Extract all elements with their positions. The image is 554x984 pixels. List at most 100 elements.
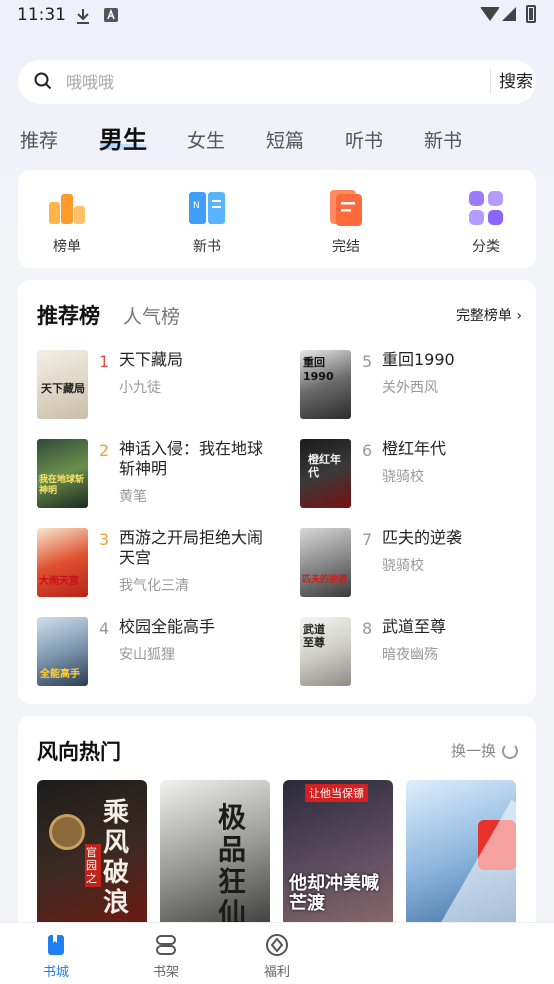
rank-number: 6 [362,441,373,460]
search-bar[interactable]: 搜索 [18,60,536,104]
nav-rewards[interactable]: 福利 [247,931,307,981]
category-icon [469,191,503,225]
ranking-book[interactable]: 天下藏局 1 天下藏局 小九徒 [37,350,287,420]
rank-number: 3 [99,530,110,549]
book-author: 骁骑校 [382,469,424,485]
book-title: 天下藏局 [119,350,184,369]
bookstore-icon [48,935,64,955]
quick-entry-ranking[interactable]: 榜单 [27,186,107,258]
search-input[interactable] [66,71,466,93]
book-author: 暗夜幽殇 [382,647,438,663]
ranking-card: 推荐榜 人气榜 完整榜单 › 天下藏局 1 天下藏局 小九徒 我在地球斩神明 2… [18,280,536,704]
book-title: 橙红年代 [382,439,447,458]
poster-subtitle: 让他当保镖 [305,784,368,802]
bookshelf-icon [156,935,176,955]
book-author: 骁骑校 [382,558,424,574]
book-author: 小九徒 [119,380,161,396]
nav-label: 书城 [42,965,69,980]
book-author: 安山狐狸 [119,647,175,663]
app-notification-icon [104,8,118,22]
poster-title: 他却冲美喊芒渡 [289,873,379,914]
trending-book-cover[interactable]: 极品狂仙 [160,780,270,930]
trending-book-cover[interactable]: 乘风破浪 官园之 [37,780,147,930]
trending-book-cover[interactable]: 让他当保镖 他却冲美喊芒渡 [283,780,393,930]
cover-text: 天下藏局 [41,382,85,395]
nav-label: 书架 [152,965,179,980]
refresh-button[interactable]: 换一换 [451,740,518,761]
tab-female[interactable]: 女生 [187,126,225,153]
search-divider [490,70,491,94]
quick-entry-finished[interactable]: 完结 [306,186,386,258]
poster-subtitle: 官园之 [85,844,101,887]
tab-audiobook[interactable]: 听书 [345,126,383,153]
chevron-right-icon: › [516,308,522,324]
ranking-book[interactable]: 我在地球斩神明 2 神话入侵：我在地球斩神明 黄笔 [37,439,287,509]
tab-new-books[interactable]: 新书 [424,126,462,153]
cover-text: 匹夫的逆袭 [302,575,348,585]
trending-book-cover[interactable] [406,780,516,930]
book-cover: 天下藏局 [37,350,88,419]
tab-recommend[interactable]: 推荐 [20,126,58,153]
rank-number: 5 [362,352,373,371]
rewards-icon [266,934,288,956]
book-author: 我气化三清 [119,578,189,594]
cover-text: 重回1990 [303,356,334,383]
book-title: 武道至尊 [382,617,447,636]
refresh-label: 换一换 [450,742,496,760]
tab-male[interactable]: 男生 [99,120,147,155]
search-icon [34,72,52,90]
nav-bookstore[interactable]: 书城 [26,931,86,981]
ranking-icon [49,194,85,224]
svg-text:N: N [193,201,200,211]
signal-icon [502,7,516,21]
book-cover: 匹夫的逆袭 [300,528,351,597]
full-ranking-link[interactable]: 完整榜单 › [456,305,522,325]
ranking-book[interactable]: 武道至尊 8 武道至尊 暗夜幽殇 [300,617,550,687]
status-bar: 11:31 [0,0,554,32]
tab-short[interactable]: 短篇 [266,126,304,153]
rank-number: 7 [362,530,373,549]
book-cover: 大闹天宫 [37,528,88,597]
tab-recommend-ranking[interactable]: 推荐榜 [37,300,100,330]
book-cover: 重回1990 [300,350,351,419]
book-cover: 武道至尊 [300,617,351,686]
ranking-book[interactable]: 橙红年代 6 橙红年代 骁骑校 [300,439,550,509]
nav-bookshelf[interactable]: 书架 [136,931,196,981]
search-button[interactable]: 搜索 [496,60,536,104]
book-cover: 全能高手 [37,617,88,686]
quick-entry-card: 榜单 N 新书 完结 分类 [18,170,536,268]
rank-number: 8 [362,619,373,638]
cover-text: 全能高手 [40,669,80,680]
rank-number: 1 [99,352,110,371]
book-title: 神话入侵：我在地球斩神明 [119,439,264,478]
new-book-icon: N [189,192,225,224]
ranking-book[interactable]: 大闹天宫 3 西游之开局拒绝大闹天宫 我气化三清 [37,528,287,598]
cover-text: 我在地球斩神明 [39,475,85,496]
quick-entry-new-books[interactable]: N 新书 [167,186,247,258]
finished-icon [330,190,362,226]
book-title: 重回1990 [382,350,455,369]
tab-popular-ranking[interactable]: 人气榜 [123,302,180,329]
book-author: 关外西风 [382,380,438,396]
nav-label: 福利 [263,965,290,980]
quick-entry-label: 新书 [193,239,221,255]
quick-entry-category[interactable]: 分类 [446,186,526,258]
decorative-overlay [436,800,516,930]
door-knocker-icon [49,814,85,850]
cover-text: 大闹天宫 [39,576,79,587]
bottom-nav: 书城 书架 福利 [0,922,554,984]
ranking-book[interactable]: 重回1990 5 重回1990 关外西风 [300,350,550,420]
cover-text: 武道至尊 [303,623,325,649]
book-cover: 橙红年代 [300,439,351,508]
ranking-book[interactable]: 匹夫的逆袭 7 匹夫的逆袭 骁骑校 [300,528,550,598]
download-icon [77,9,89,24]
rank-number: 4 [99,619,110,638]
poster-title: 乘风破浪 [103,798,130,918]
status-time: 11:31 [17,5,66,25]
book-title: 校园全能高手 [119,617,216,636]
wifi-icon [480,7,500,21]
book-cover: 我在地球斩神明 [37,439,88,508]
quick-entry-label: 榜单 [53,239,81,255]
ranking-book[interactable]: 全能高手 4 校园全能高手 安山狐狸 [37,617,287,687]
quick-entry-label: 分类 [472,239,500,255]
